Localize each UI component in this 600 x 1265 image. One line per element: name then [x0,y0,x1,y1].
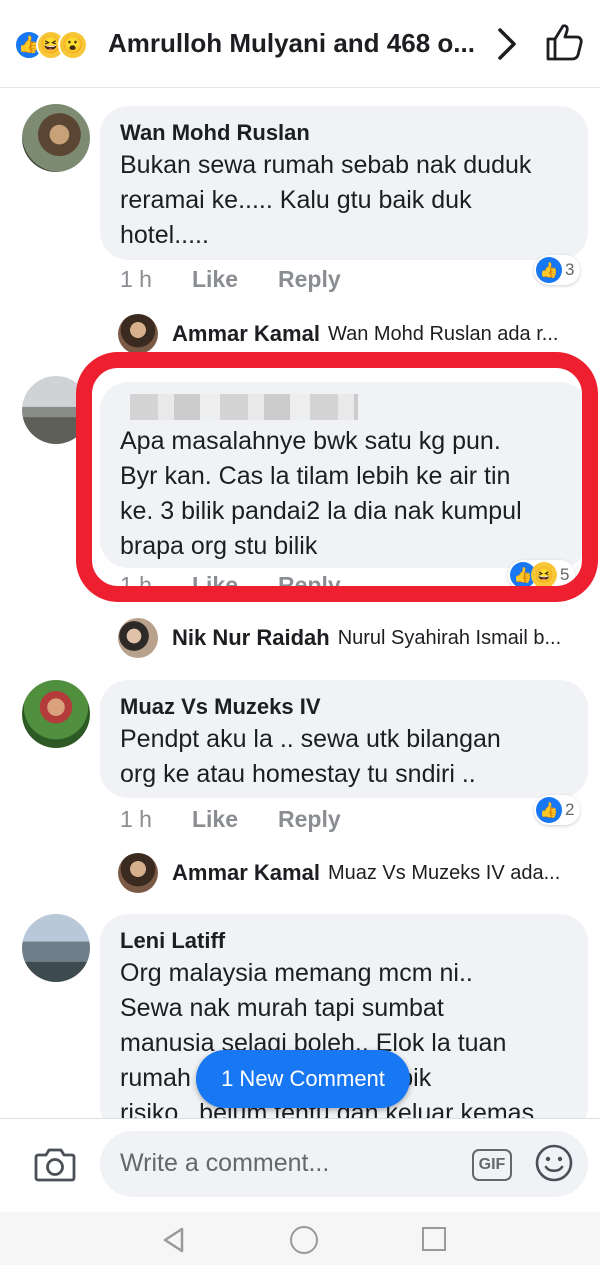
comment-bubble: Wan Mohd Ruslan Bukan sewa rumah sebab n… [100,106,588,260]
comment-text-line: Org malaysia memang mcm ni.. [120,959,473,987]
reply-author: Ammar Kamal [172,321,320,346]
recents-nav-icon[interactable] [422,1227,446,1251]
emoji-icon[interactable] [534,1143,574,1183]
reply-snippet: Muaz Vs Muzeks IV ada... [327,861,561,884]
comment-actions: 1 h Like Reply [120,266,381,293]
back-nav-icon[interactable] [160,1226,188,1254]
reply-button[interactable]: Reply [278,806,341,833]
reply-snippet: Nurul Syahirah Ismail b... [337,626,562,649]
like-count: 3 [565,260,575,279]
wow-icon: 😮 [58,30,88,60]
comment-text-line: Pendpt aku la .. sewa utk bilangan [120,725,501,753]
comment-time: 1 h [120,806,152,832]
comment-actions: 1 h Like Reply [120,806,381,833]
home-nav-icon[interactable] [290,1226,318,1254]
reply-preview[interactable]: Nik Nur Raidah Nurul Syahirah Ismail b..… [118,618,588,658]
comment-author[interactable]: Wan Mohd Ruslan [120,118,568,148]
comment-bubble: Muaz Vs Muzeks IV Pendpt aku la .. sewa … [100,680,588,798]
reactions-header[interactable]: 👍 😆 😮 Amrulloh Mulyani and 468 o... [0,0,600,88]
like-icon: 👍 [536,257,562,283]
comment-author[interactable]: Leni Latiff [120,926,568,956]
like-count-badge[interactable]: 👍 3 [534,255,581,285]
avatar [118,853,158,893]
reply-preview[interactable]: Ammar Kamal Muaz Vs Muzeks IV ada... [118,853,588,893]
comment-text-line: Bukan sewa rumah sebab nak duduk [120,151,532,179]
reactions-title[interactable]: Amrulloh Mulyani and 468 o... [108,28,488,59]
like-button[interactable]: Like [192,266,238,293]
gif-button[interactable]: GIF [472,1149,512,1181]
camera-icon[interactable] [34,1145,76,1183]
new-comment-button[interactable]: 1 New Comment [196,1050,410,1108]
comment-composer: Write a comment... GIF [0,1118,600,1212]
like-icon: 👍 [536,797,562,823]
system-nav-bar [0,1212,600,1265]
like-count-badge[interactable]: 👍 2 [534,795,581,825]
red-highlight-circle [76,352,598,602]
reply-author: Ammar Kamal [172,860,320,885]
avatar[interactable] [22,914,90,982]
reply-button[interactable]: Reply [278,266,341,293]
chevron-right-icon[interactable] [490,26,522,62]
reply-snippet: Wan Mohd Ruslan ada r... [327,322,559,345]
reaction-icons: 👍 😆 😮 [14,30,88,60]
avatar [118,618,158,658]
reply-preview[interactable]: Ammar Kamal Wan Mohd Ruslan ada r... [118,314,588,354]
thumbs-up-icon[interactable] [544,22,584,62]
reply-author: Nik Nur Raidah [172,625,330,650]
comment-author[interactable]: Muaz Vs Muzeks IV [120,692,568,722]
comment-text-line: hotel..... [120,221,209,249]
comment-time: 1 h [120,266,152,292]
comment-text-line: Sewa nak murah tapi sumbat [120,994,444,1022]
comment-placeholder: Write a comment... [120,1149,330,1177]
comment-text-line: org ke atau homestay tu sndiri .. [120,760,476,788]
avatar [118,314,158,354]
avatar[interactable] [22,680,90,748]
like-count: 2 [565,800,575,819]
comment-input[interactable]: Write a comment... GIF [100,1131,588,1197]
avatar[interactable] [22,104,90,172]
comment-text-line: reramai ke..... Kalu gtu baik duk [120,186,472,214]
like-button[interactable]: Like [192,806,238,833]
